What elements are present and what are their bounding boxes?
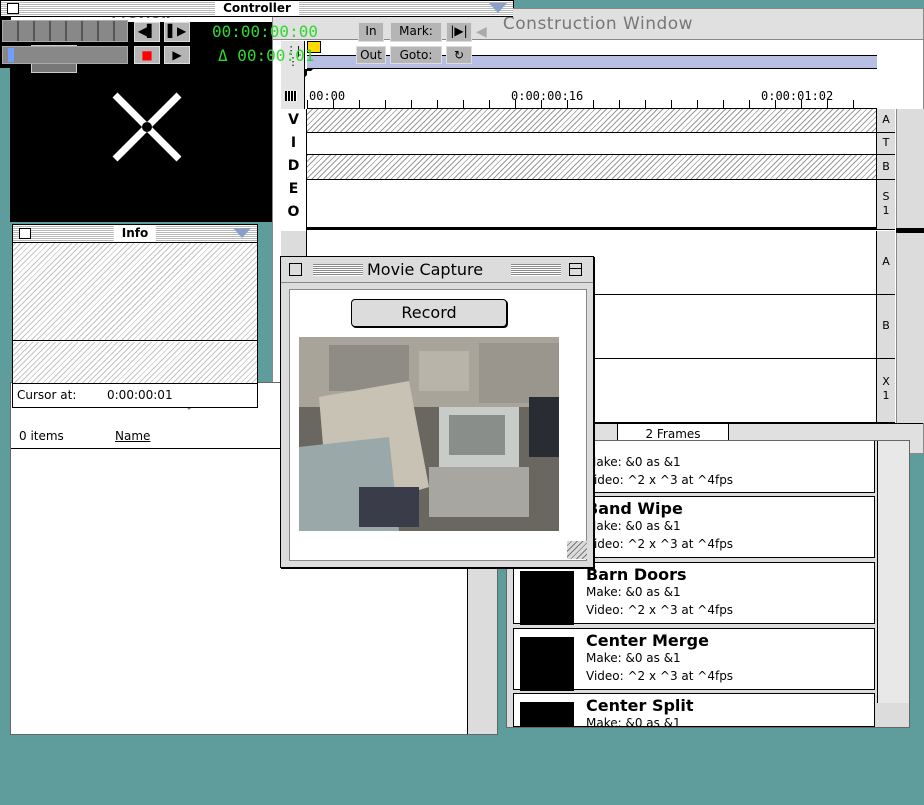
track-label: B: [876, 295, 895, 359]
loop-button[interactable]: ↻: [446, 46, 472, 64]
track-format-icon[interactable]: [285, 91, 297, 101]
track-label: T: [876, 133, 895, 155]
info-content-area: [13, 243, 257, 341]
jog-shuttle[interactable]: [2, 20, 128, 42]
in-point-button[interactable]: In: [358, 22, 384, 42]
video-letter: E: [288, 181, 299, 197]
effect-make-line: Make: &0 as &1: [586, 519, 681, 533]
shuttle-slider[interactable]: [2, 46, 128, 64]
effect-item[interactable]: Center Merge Make: &0 as &1 Video: ^2 x …: [513, 628, 875, 691]
timecode-display: 00:00:00:00: [212, 22, 318, 41]
close-box-icon[interactable]: [289, 263, 302, 276]
track-label: S 1: [876, 180, 895, 230]
record-button[interactable]: Record: [351, 299, 507, 327]
effects-scrollbar[interactable]: [877, 441, 909, 703]
stop-button[interactable]: ■: [134, 46, 160, 64]
cursor-label: Cursor at:: [17, 388, 77, 402]
effect-make-line: Make: &0 as &1: [586, 716, 681, 727]
play-button[interactable]: ▶: [164, 46, 190, 64]
info-titlebar[interactable]: Info: [13, 225, 257, 243]
video-letter: I: [290, 135, 297, 151]
controller-window: Controller ◀▌ ▌▶ ■ ▶ 00:00:00:00 Δ 00:00…: [0, 0, 514, 68]
stripes-left: [313, 264, 363, 276]
right-gutter: [896, 109, 924, 423]
track-label: X 1: [876, 359, 895, 423]
video-letter: O: [287, 204, 300, 220]
effect-item[interactable]: Barn Doors Make: &0 as &1 Video: ^2 x ^3…: [513, 562, 875, 625]
controller-title: Controller: [215, 1, 299, 16]
close-box-icon[interactable]: [19, 228, 31, 239]
ruler-label-end: 0:00:01:02: [761, 89, 834, 103]
speaker-icon[interactable]: ◀: [476, 22, 496, 42]
effect-name: Center Merge: [586, 631, 709, 650]
step-forward-button[interactable]: ▌▶: [164, 22, 190, 42]
video-label-column: V I D E O: [281, 109, 307, 231]
cursor-value: 0:00:00:01: [107, 388, 173, 402]
shuttle-slider-thumb[interactable]: [8, 48, 14, 62]
preview-placeholder-x-icon: [112, 92, 182, 162]
effect-name: Center Split: [586, 696, 694, 715]
track-label: A: [876, 109, 895, 133]
track-label: B: [876, 155, 895, 180]
stripes-right: [511, 264, 561, 276]
track-superimpose[interactable]: [307, 180, 877, 230]
effect-make-line: Make: &0 as &1: [586, 651, 681, 665]
effect-make-line: Make: &0 as &1: [586, 585, 681, 599]
close-box-icon[interactable]: [7, 3, 19, 14]
track-video-a[interactable]: [307, 109, 877, 133]
project-items-count: 0 items: [19, 429, 64, 443]
collapse-triangle-icon[interactable]: [233, 228, 251, 238]
effect-video-line: Video: ^2 x ^3 at ^4fps: [586, 537, 734, 551]
resize-grip-icon[interactable]: [567, 541, 587, 559]
track-transition[interactable]: [307, 133, 877, 155]
playhead-line-right: [896, 228, 924, 233]
track-video-b[interactable]: [307, 155, 877, 180]
effect-video-line: Video: ^2 x ^3 at ^4fps: [586, 473, 734, 487]
info-window: Info Cursor at: 0:00:00:01: [12, 224, 258, 408]
track-label: A: [876, 231, 895, 295]
effect-thumbnail: [520, 702, 574, 726]
movie-capture-window: Movie Capture Record: [280, 256, 594, 568]
info-title: Info: [113, 226, 157, 241]
effect-item[interactable]: Center Split Make: &0 as &1: [513, 693, 875, 727]
project-name-column[interactable]: Name: [115, 429, 150, 443]
collapse-triangle-icon[interactable]: [489, 3, 507, 13]
video-letter: D: [287, 158, 300, 174]
effect-make-line: Make: &0 as &1: [586, 455, 681, 469]
video-preview: [299, 337, 559, 531]
zoom-box-icon[interactable]: [569, 263, 582, 276]
step-back-button[interactable]: ◀▌: [134, 22, 160, 42]
goto-button[interactable]: Goto:: [390, 46, 442, 64]
delta-display: Δ 00:00:01: [218, 46, 315, 65]
video-letter: V: [288, 112, 299, 128]
effect-video-line: Video: ^2 x ^3 at ^4fps: [586, 603, 734, 617]
out-point-button[interactable]: Out: [356, 46, 386, 64]
effect-video-line: Video: ^2 x ^3 at ^4fps: [586, 669, 734, 683]
effect-thumbnail: [520, 637, 574, 691]
ruler-label-mid: 0:00:00:16: [511, 89, 584, 103]
info-content-area-lower: [13, 342, 257, 384]
effect-thumbnail: [520, 571, 574, 625]
capture-title: Movie Capture: [367, 260, 484, 279]
effect-name: Barn Doors: [586, 565, 687, 584]
ruler-label-start: 00:00: [309, 89, 346, 103]
edit-button[interactable]: |▶|: [446, 22, 472, 42]
capture-titlebar[interactable]: Movie Capture: [281, 257, 593, 283]
effect-name: Band Wipe: [586, 499, 683, 518]
mark-button[interactable]: Mark:: [390, 22, 442, 42]
controller-titlebar[interactable]: Controller: [1, 1, 513, 17]
